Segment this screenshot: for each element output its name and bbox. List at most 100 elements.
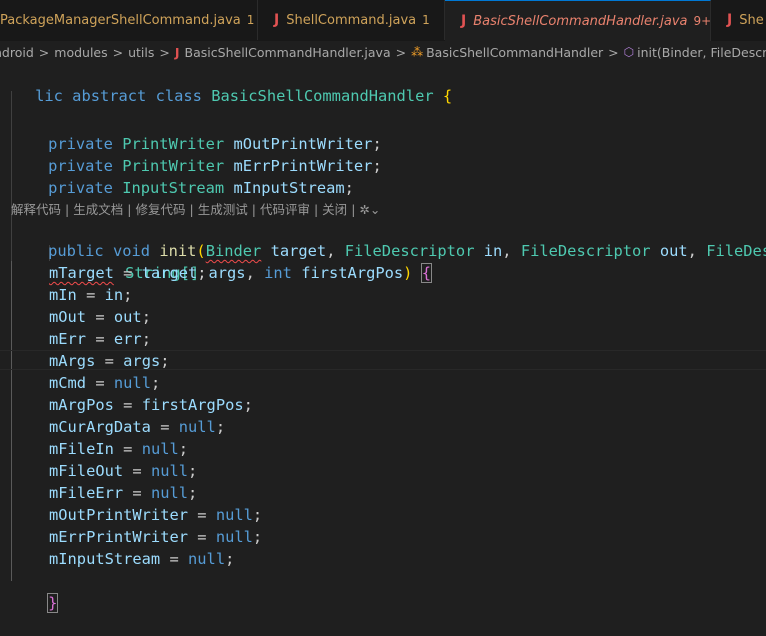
code-line-field: private PrintWriter mErrPrintWriter; bbox=[48, 157, 382, 175]
code-line-assignment: mFileOut = null; bbox=[49, 462, 198, 480]
param-name: firstArgPos bbox=[141, 396, 244, 414]
indent-guide bbox=[11, 261, 12, 581]
code-lens-close[interactable]: 关闭 bbox=[322, 202, 347, 217]
field-name: mErr bbox=[49, 330, 87, 348]
brace: { bbox=[420, 263, 433, 283]
brace: } bbox=[47, 593, 59, 613]
code-lens-bar: 解释代码 | 生成文档 | 修复代码 | 生成测试 | 代码评审 | 关闭 | ✲⌄ bbox=[11, 202, 381, 217]
method-icon: ⬡ bbox=[623, 45, 635, 59]
java-file-icon: J bbox=[461, 13, 467, 29]
field-name: mFileOut bbox=[49, 462, 124, 480]
tab-basic-shell-command-handler[interactable]: J BasicShellCommandHandler.java 9+ × bbox=[445, 0, 711, 41]
code-line-assignment: mIn = in; bbox=[49, 286, 133, 304]
code-line-assignment: mErrPrintWriter = null; bbox=[49, 528, 263, 546]
field-name: mArgs bbox=[49, 352, 96, 370]
editor-tab-bar: PackageManagerShellCommand.java 1 J Shel… bbox=[0, 0, 766, 42]
breadcrumb-item-utils[interactable]: utils bbox=[128, 45, 154, 60]
code-line-assignment: mArgPos = firstArgPos; bbox=[49, 396, 253, 414]
code-line-method-params: String[] args, int firstArgPos) { bbox=[125, 263, 433, 283]
field-name: mInputStream bbox=[233, 179, 345, 197]
chevron-right-icon: > bbox=[159, 44, 170, 60]
code-lens-fix[interactable]: 修复代码 bbox=[135, 202, 185, 217]
code-line-assignment: mTarget = target; bbox=[49, 264, 207, 282]
tab-label: ShellCommand.java bbox=[286, 12, 417, 28]
breadcrumb-item-modules[interactable]: modules bbox=[54, 45, 107, 60]
code-line-close-brace: } bbox=[11, 570, 59, 613]
code-editor[interactable]: lic abstract class BasicShellCommandHand… bbox=[0, 63, 766, 613]
code-line-assignment: mArgs = args; bbox=[49, 352, 170, 370]
breadcrumb: ndroid > modules > utils > J BasicShellC… bbox=[0, 41, 766, 63]
keyword: null bbox=[178, 418, 216, 436]
chevron-right-icon: > bbox=[395, 44, 407, 60]
code-line-assignment: mFileIn = null; bbox=[49, 440, 189, 458]
keyword: null bbox=[215, 506, 253, 524]
param-name: out bbox=[659, 242, 688, 260]
tab-she[interactable]: J She bbox=[711, 0, 766, 40]
field-name: mIn bbox=[49, 286, 77, 304]
chevron-right-icon: > bbox=[112, 44, 124, 60]
class-icon: ⁂ bbox=[411, 45, 424, 59]
tab-label: BasicShellCommandHandler.java bbox=[473, 13, 688, 29]
chevron-right-icon: > bbox=[608, 44, 619, 60]
code-line-assignment: mOut = out; bbox=[49, 308, 151, 326]
java-file-icon: J bbox=[274, 12, 280, 28]
code-line-assignment: mFileErr = null; bbox=[49, 484, 198, 502]
class-name: BasicShellCommandHandler bbox=[211, 87, 434, 105]
problem-count: 1 bbox=[422, 13, 430, 27]
keyword: null bbox=[188, 550, 226, 568]
code-lens-explain[interactable]: 解释代码 bbox=[11, 202, 61, 217]
keyword: lic bbox=[35, 87, 63, 105]
param-name: args bbox=[123, 352, 161, 370]
java-file-icon: J bbox=[174, 44, 180, 60]
problem-count: 9+ bbox=[693, 14, 711, 28]
type-name: FileDesc bbox=[706, 242, 766, 260]
field-name: mArgPos bbox=[49, 396, 114, 414]
field-name: mCurArgData bbox=[49, 418, 151, 436]
keyword: abstract bbox=[72, 87, 147, 105]
param-name: in bbox=[483, 242, 503, 260]
breadcrumb-item-method[interactable]: init(Binder, FileDescriptor, F bbox=[637, 45, 766, 60]
code-line-field: private InputStream mInputStream; bbox=[48, 179, 354, 197]
ai-assistant-icon[interactable]: ✲⌄ bbox=[359, 202, 380, 217]
code-lens-review[interactable]: 代码评审 bbox=[260, 202, 310, 217]
field-name: mErrPrintWriter bbox=[49, 528, 188, 546]
keyword: null bbox=[141, 440, 179, 458]
keyword: null bbox=[150, 484, 189, 502]
code-line-assignment: mCmd = null; bbox=[49, 374, 161, 392]
type-name: FileDescriptor bbox=[520, 242, 651, 260]
param-name: target bbox=[141, 264, 198, 282]
param-name: in bbox=[104, 286, 124, 304]
code-line-method-decl: public void init(Binder target, FileDesc… bbox=[11, 218, 766, 260]
breadcrumb-item-android[interactable]: ndroid bbox=[0, 45, 34, 60]
param-name: args bbox=[208, 264, 246, 282]
tab-label: PackageManagerShellCommand.java bbox=[0, 12, 241, 28]
field-name: mOut bbox=[49, 308, 87, 326]
breadcrumb-item-file[interactable]: BasicShellCommandHandler.java bbox=[185, 45, 391, 60]
tab-package-manager-shell-command[interactable]: PackageManagerShellCommand.java 1 bbox=[0, 0, 258, 40]
param-name: out bbox=[113, 308, 142, 326]
keyword: null bbox=[150, 462, 189, 480]
keyword: null bbox=[113, 374, 151, 392]
keyword: class bbox=[155, 87, 202, 105]
tab-label: She bbox=[739, 12, 764, 28]
field-name: mFileErr bbox=[49, 484, 124, 502]
brace: { bbox=[442, 87, 453, 105]
field-name: mInputStream bbox=[49, 550, 161, 568]
code-line-field: private PrintWriter mOutPrintWriter; bbox=[48, 135, 382, 153]
breadcrumb-item-class[interactable]: BasicShellCommandHandler bbox=[426, 45, 603, 60]
field-name: mOutPrintWriter bbox=[49, 506, 188, 524]
keyword: private bbox=[48, 179, 113, 197]
field-name: mCmd bbox=[49, 374, 87, 392]
code-line-assignment: mErr = err; bbox=[49, 330, 151, 348]
problem-count: 1 bbox=[246, 13, 255, 27]
code-line-assignment: mCurArgData = null; bbox=[49, 418, 226, 436]
code-line-class-decl: lic abstract class BasicShellCommandHand… bbox=[0, 63, 452, 105]
code-lens-generate-tests[interactable]: 生成测试 bbox=[198, 202, 248, 217]
code-line-assignment: mInputStream = null; bbox=[49, 550, 235, 568]
java-file-icon: J bbox=[727, 12, 733, 28]
chevron-right-icon: > bbox=[38, 44, 50, 60]
type-name: InputStream bbox=[122, 179, 225, 197]
field-name: mFileIn bbox=[49, 440, 114, 458]
tab-shell-command[interactable]: J ShellCommand.java 1 bbox=[258, 0, 445, 40]
code-lens-generate-docs[interactable]: 生成文档 bbox=[73, 202, 123, 217]
